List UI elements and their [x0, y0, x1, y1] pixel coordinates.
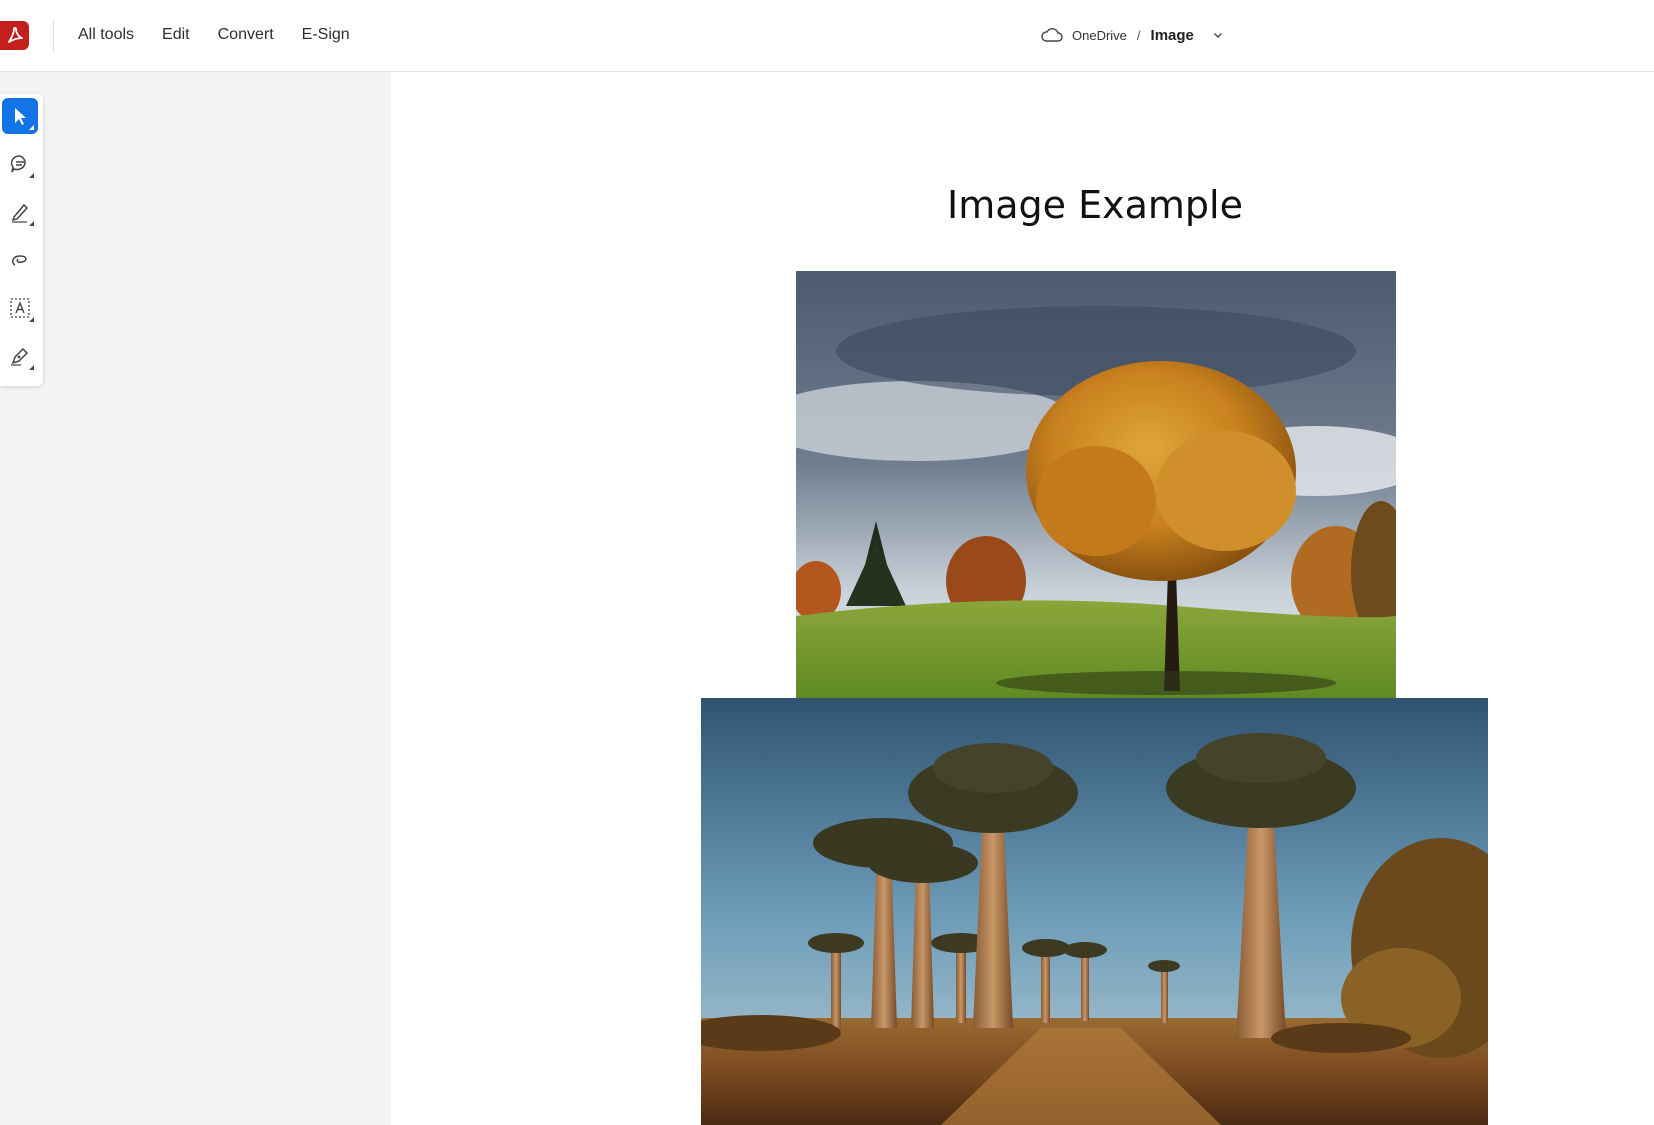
comment-tool-button[interactable] [2, 146, 38, 182]
sign-pen-icon [11, 347, 29, 366]
sign-tool-button[interactable] [2, 338, 38, 374]
main-menu: All tools Edit Convert E-Sign [78, 24, 378, 46]
autumn-tree-image [796, 271, 1396, 698]
text-select-icon [10, 298, 30, 318]
select-tool-button[interactable] [2, 98, 38, 134]
acrobat-logo-icon[interactable] [0, 21, 29, 50]
breadcrumb-separator: / [1136, 27, 1141, 43]
chevron-down-icon[interactable] [1212, 29, 1224, 41]
breadcrumb-file-name[interactable]: Image [1151, 27, 1194, 44]
baobab-avenue-image [701, 698, 1488, 1125]
document-title: Image Example [947, 183, 1243, 227]
topbar-divider [53, 20, 54, 52]
breadcrumb-onedrive[interactable]: OneDrive [1072, 28, 1127, 43]
menu-convert[interactable]: Convert [218, 24, 274, 46]
menu-edit[interactable]: Edit [162, 24, 190, 46]
menu-all-tools[interactable]: All tools [78, 24, 134, 46]
select-cursor-icon [15, 108, 26, 125]
highlight-pen-icon [11, 203, 29, 223]
text-select-tool-button[interactable] [2, 290, 38, 326]
tool-rail [0, 94, 43, 386]
cloud-icon [1041, 28, 1063, 42]
menu-e-sign[interactable]: E-Sign [302, 24, 350, 46]
draw-freehand-icon [11, 255, 27, 266]
highlight-tool-button[interactable] [2, 194, 38, 230]
left-pane [0, 72, 391, 1125]
comment-icon [10, 155, 26, 173]
breadcrumb: OneDrive / Image [1040, 23, 1224, 47]
draw-tool-button[interactable] [2, 242, 38, 278]
top-bar: All tools Edit Convert E-Sign OneDrive /… [0, 0, 1654, 72]
